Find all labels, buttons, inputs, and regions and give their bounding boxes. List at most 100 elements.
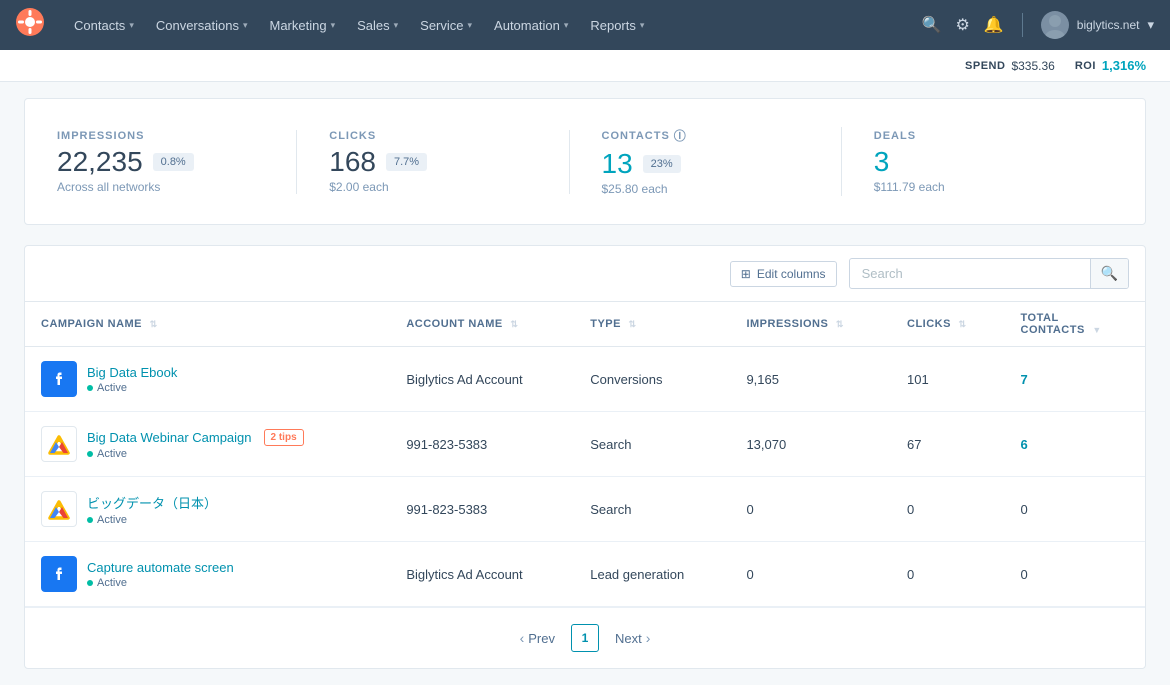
impressions-cell: 9,165: [730, 347, 891, 412]
navbar-nav: Contacts ▾ Conversations ▾ Marketing ▾ S…: [64, 12, 922, 39]
avatar: [1041, 11, 1069, 39]
edit-columns-button[interactable]: ⊞ Edit columns: [730, 261, 837, 287]
col-account-name: ACCOUNT NAME ⇅: [390, 302, 574, 347]
clicks-badge: 7.7%: [386, 153, 427, 171]
roi-item: ROI 1,316%: [1075, 58, 1146, 73]
notifications-icon[interactable]: 🔔: [984, 15, 1004, 35]
campaign-status: Active: [97, 448, 127, 460]
clicks-label: CLICKS: [329, 130, 376, 142]
campaign-name-link[interactable]: Big Data Webinar Campaign: [87, 430, 252, 445]
contacts-sub: $25.80 each: [602, 182, 668, 196]
table-row: Capture automate screen Active Biglytics…: [25, 542, 1145, 607]
impressions-value: 22,235: [57, 148, 143, 176]
campaign-status: Active: [97, 382, 127, 394]
total-contacts-value[interactable]: 7: [1021, 372, 1028, 387]
navbar: Contacts ▾ Conversations ▾ Marketing ▾ S…: [0, 0, 1170, 50]
search-icon[interactable]: 🔍: [922, 15, 942, 35]
clicks-cell: 0: [891, 542, 1005, 607]
col-total-contacts[interactable]: TOTALCONTACTS ▼: [1005, 302, 1145, 347]
nav-service[interactable]: Service ▾: [410, 12, 482, 39]
table-toolbar: ⊞ Edit columns 🔍: [25, 246, 1145, 302]
next-chevron-icon: ›: [646, 630, 651, 646]
search-button[interactable]: 🔍: [1090, 259, 1128, 288]
sort-icon: ⇅: [510, 319, 518, 329]
search-input[interactable]: [850, 260, 1090, 287]
campaign-status: Active: [97, 577, 127, 589]
account-name: biglytics.net: [1077, 18, 1140, 32]
edit-columns-label: Edit columns: [757, 267, 826, 281]
total-contacts-value: 0: [1021, 502, 1028, 517]
table-row: Big Data Ebook Active Biglytics Ad Accou…: [25, 347, 1145, 412]
campaign-status: Active: [97, 514, 127, 526]
nav-sales[interactable]: Sales ▾: [347, 12, 408, 39]
chevron-icon: ▾: [468, 20, 473, 31]
settings-icon[interactable]: ⚙: [956, 15, 970, 35]
campaign-name-cell: Capture automate screen Active: [25, 542, 390, 607]
deals-value: 3: [874, 148, 890, 176]
sort-icon: ▼: [1092, 325, 1101, 335]
columns-icon: ⊞: [741, 267, 751, 281]
campaigns-table: CAMPAIGN NAME ⇅ ACCOUNT NAME ⇅ TYPE ⇅ IM…: [25, 302, 1145, 607]
contacts-label: CONTACTS ⓘ: [602, 127, 687, 144]
pagination: ‹ Prev 1 Next ›: [25, 607, 1145, 668]
campaign-name-cell: Big Data Ebook Active: [25, 347, 390, 412]
chevron-icon: ▾: [564, 20, 569, 31]
contacts-badge: 23%: [643, 155, 681, 173]
clicks-cell: 67: [891, 412, 1005, 477]
col-campaign-name: CAMPAIGN NAME ⇅: [25, 302, 390, 347]
chevron-icon: ▾: [394, 20, 399, 31]
sort-icon: ⇅: [836, 319, 844, 329]
clicks-cell: 101: [891, 347, 1005, 412]
nav-conversations[interactable]: Conversations ▾: [146, 12, 258, 39]
chevron-icon: ▾: [331, 20, 336, 31]
total-contacts-value[interactable]: 6: [1021, 437, 1028, 452]
nav-reports[interactable]: Reports ▾: [580, 12, 654, 39]
total-contacts-cell: 6: [1005, 412, 1145, 477]
prev-button[interactable]: ‹ Prev: [512, 626, 563, 650]
impressions-row: 22,235 0.8%: [57, 148, 194, 176]
impressions-label: IMPRESSIONS: [57, 130, 144, 142]
impressions-cell: 0: [730, 477, 891, 542]
account-name-cell: 991-823-5383: [390, 412, 574, 477]
total-contacts-cell: 0: [1005, 542, 1145, 607]
type-cell: Lead generation: [574, 542, 730, 607]
account-name-cell: Biglytics Ad Account: [390, 347, 574, 412]
clicks-row: 168 7.7%: [329, 148, 427, 176]
status-dot: [87, 580, 93, 586]
spend-value: $335.36: [1011, 59, 1054, 73]
hubspot-logo[interactable]: [16, 8, 44, 42]
total-contacts-value: 0: [1021, 567, 1028, 582]
stats-card: IMPRESSIONS 22,235 0.8% Across all netwo…: [24, 98, 1146, 225]
nav-marketing[interactable]: Marketing ▾: [259, 12, 345, 39]
type-cell: Search: [574, 477, 730, 542]
google-ads-icon: [41, 426, 77, 462]
stat-contacts: CONTACTS ⓘ 13 23% $25.80 each: [570, 127, 842, 196]
deals-label: DEALS: [874, 130, 916, 142]
col-impressions: IMPRESSIONS ⇅: [730, 302, 891, 347]
page-1[interactable]: 1: [571, 624, 599, 652]
info-icon: ⓘ: [674, 127, 687, 144]
stat-clicks: CLICKS 168 7.7% $2.00 each: [297, 130, 569, 194]
campaign-name-link[interactable]: ビッグデータ（日本）: [87, 493, 217, 512]
type-cell: Conversions: [574, 347, 730, 412]
sort-icon: ⇅: [959, 319, 967, 329]
chevron-icon: ▾: [243, 20, 248, 31]
next-button[interactable]: Next ›: [607, 626, 658, 650]
campaign-name-cell: ビッグデータ（日本） Active: [25, 477, 390, 542]
campaign-name-cell: Big Data Webinar Campaign 2 tips Active: [25, 412, 390, 477]
table-section: ⊞ Edit columns 🔍 CAMPAIGN NAME ⇅ ACCOUNT…: [24, 245, 1146, 669]
account-menu[interactable]: biglytics.net ▾: [1041, 11, 1154, 39]
campaign-name-link[interactable]: Capture automate screen: [87, 560, 234, 575]
campaign-name-link[interactable]: Big Data Ebook: [87, 365, 177, 380]
topbar: SPEND $335.36 ROI 1,316%: [0, 50, 1170, 82]
nav-contacts[interactable]: Contacts ▾: [64, 12, 144, 39]
clicks-value: 168: [329, 148, 376, 176]
table-row: ビッグデータ（日本） Active 991-823-5383 Search 0 …: [25, 477, 1145, 542]
account-name-cell: 991-823-5383: [390, 477, 574, 542]
facebook-icon: [41, 556, 77, 592]
contacts-row: 13 23%: [602, 150, 681, 178]
sort-icon: ⇅: [150, 319, 158, 329]
impressions-badge: 0.8%: [153, 153, 194, 171]
nav-automation[interactable]: Automation ▾: [484, 12, 578, 39]
status-dot: [87, 385, 93, 391]
